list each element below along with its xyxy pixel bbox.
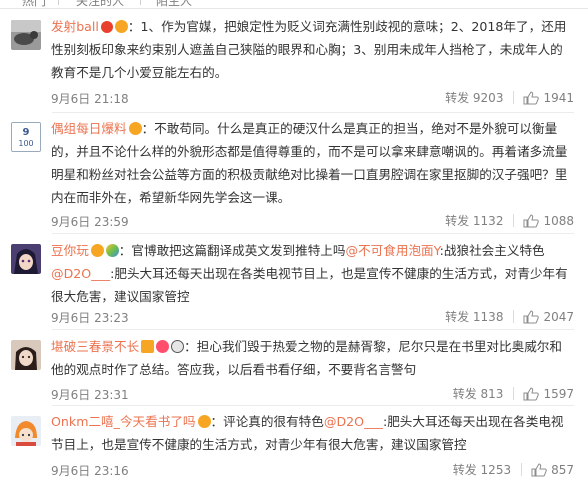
avatar[interactable]	[11, 20, 41, 50]
comment-username[interactable]: Onkm二嘻_今天看书了吗	[51, 414, 196, 429]
action-separator	[521, 463, 523, 476]
mention-link[interactable]: @D2O___	[51, 266, 110, 281]
comment-text: 发射ball ：1、作为官媒，把娘定性为贬义词充满性别歧视的意味；2、2018年了…	[51, 15, 574, 84]
comment-time: 9月6日 23:23	[51, 311, 129, 325]
fan-badge-icon	[105, 244, 119, 257]
repost-button[interactable]: 转发 813	[453, 385, 504, 402]
comment-time: 9月6日 23:59	[51, 215, 129, 229]
comment-actions: 转发 1138 2047	[445, 308, 574, 325]
vip-badge-icon	[141, 340, 155, 353]
vip-badge-icon	[128, 122, 142, 135]
svg-text:100: 100	[18, 139, 33, 148]
panda-badge-icon	[171, 340, 185, 353]
comment-username[interactable]: 发射ball	[51, 19, 99, 34]
action-separator	[513, 310, 515, 323]
like-icon[interactable]	[523, 309, 540, 324]
repost-button[interactable]: 转发 9203	[445, 89, 503, 106]
like-count: 857	[551, 462, 574, 477]
action-separator	[513, 387, 515, 400]
comment-text: Onkm二嘻_今天看书了吗 ：评论真的很有特色@D2O___:肥头大耳还每天出现在…	[51, 410, 574, 456]
avatar[interactable]	[11, 340, 41, 370]
comment-content: ：不敢苟同。什么是真正的硬汉什么是真正的担当，绝对不是外貌可以衡量的，并且不论什…	[51, 121, 568, 205]
comment-text: 豆你玩 ：官博敢把这篇翻译成英文发到推特上吗@不可食用泡面Y:战狼社会主义特色 @D…	[51, 239, 574, 308]
comment-item: Onkm二嘻_今天看书了吗 ：评论真的很有特色@D2O___:肥头大耳还每天出现在…	[0, 406, 588, 484]
star-badge-icon	[100, 21, 113, 33]
tab-hot[interactable]: 热门	[22, 0, 46, 9]
comment-item: 9 100 偶组每日爆料 ：不敢苟同。什么是真正的硬汉什么是真正的担当，绝对不是外…	[0, 113, 588, 234]
repost-button[interactable]: 转发 1253	[453, 461, 511, 478]
repost-button[interactable]: 转发 1132	[445, 212, 503, 229]
comment-actions: 转发 1253 857	[453, 461, 574, 478]
tab-separator	[58, 0, 59, 5]
comment-actions: 转发 813 1597	[453, 385, 574, 402]
svg-text:9: 9	[23, 127, 30, 138]
action-separator	[513, 214, 515, 227]
mention-link[interactable]: @D2O___	[324, 414, 383, 429]
tab-bar: 热门 关注的人 陌生人	[0, 0, 588, 9]
like-icon[interactable]	[523, 90, 540, 105]
like-count: 1088	[543, 213, 574, 228]
like-icon[interactable]	[523, 213, 540, 228]
comment-actions: 转发 9203 1941	[445, 89, 574, 106]
comment-content: :肥头大耳还每天出现在各类电视节目上，也是宣传不健康的生活方式，对青少年有很大危…	[51, 266, 568, 304]
like-count: 1597	[543, 386, 574, 401]
comment-username[interactable]: 豆你玩	[51, 243, 89, 258]
comment-item: 发射ball ：1、作为官媒，把娘定性为贬义词充满性别歧视的意味；2、2018年了…	[0, 9, 588, 113]
avatar[interactable]	[11, 416, 41, 446]
comment-item: 堪破三春景不长 ：担心我们毁于热爱之物的是赫胥黎，尼尔只是在书里对比奥威尔和他的观…	[0, 330, 588, 406]
like-icon[interactable]	[531, 462, 547, 477]
vip-badge-icon	[90, 244, 104, 257]
avatar[interactable]: 9 100	[11, 122, 41, 152]
comment-content: :战狼社会主义特色	[439, 243, 545, 258]
like-icon[interactable]	[523, 386, 540, 401]
tab-strangers[interactable]: 陌生人	[156, 0, 192, 9]
comment-text: 堪破三春景不长 ：担心我们毁于热爱之物的是赫胥黎，尼尔只是在书里对比奥威尔和他的观…	[51, 335, 574, 381]
like-count: 2047	[543, 309, 574, 324]
comment-time: 9月6日 23:31	[51, 388, 129, 402]
comment-username[interactable]: 堪破三春景不长	[51, 339, 139, 354]
vip-badge-icon	[197, 415, 211, 428]
comment-actions: 转发 1132 1088	[445, 212, 574, 229]
repost-button[interactable]: 转发 1138	[445, 308, 503, 325]
mention-link[interactable]: @不可食用泡面Y	[345, 243, 439, 258]
comment-content: ：官博敢把这篇翻译成英文发到推特上吗	[118, 243, 346, 258]
vip-badge-icon	[114, 20, 128, 33]
comment-username[interactable]: 偶组每日爆料	[51, 121, 127, 136]
comment-content: ：1、作为官媒，把娘定性为贬义词充满性别歧视的意味；2、2018年了，还用性别刻…	[51, 19, 567, 80]
like-count: 1941	[543, 90, 574, 105]
comment-time: 9月6日 21:18	[51, 92, 129, 106]
comment-content: ：评论真的很有特色	[210, 414, 324, 429]
comment-time: 9月6日 23:16	[51, 464, 129, 478]
heart-badge-icon	[156, 340, 170, 353]
comment-item: 豆你玩 ：官博敢把这篇翻译成英文发到推特上吗@不可食用泡面Y:战狼社会主义特色 @D…	[0, 234, 588, 330]
tab-following[interactable]: 关注的人	[76, 0, 124, 9]
action-separator	[513, 91, 515, 104]
avatar[interactable]	[11, 244, 41, 274]
comment-text: 偶组每日爆料 ：不敢苟同。什么是真正的硬汉什么是真正的担当，绝对不是外貌可以衡量的…	[51, 117, 574, 209]
tab-separator	[140, 0, 141, 5]
